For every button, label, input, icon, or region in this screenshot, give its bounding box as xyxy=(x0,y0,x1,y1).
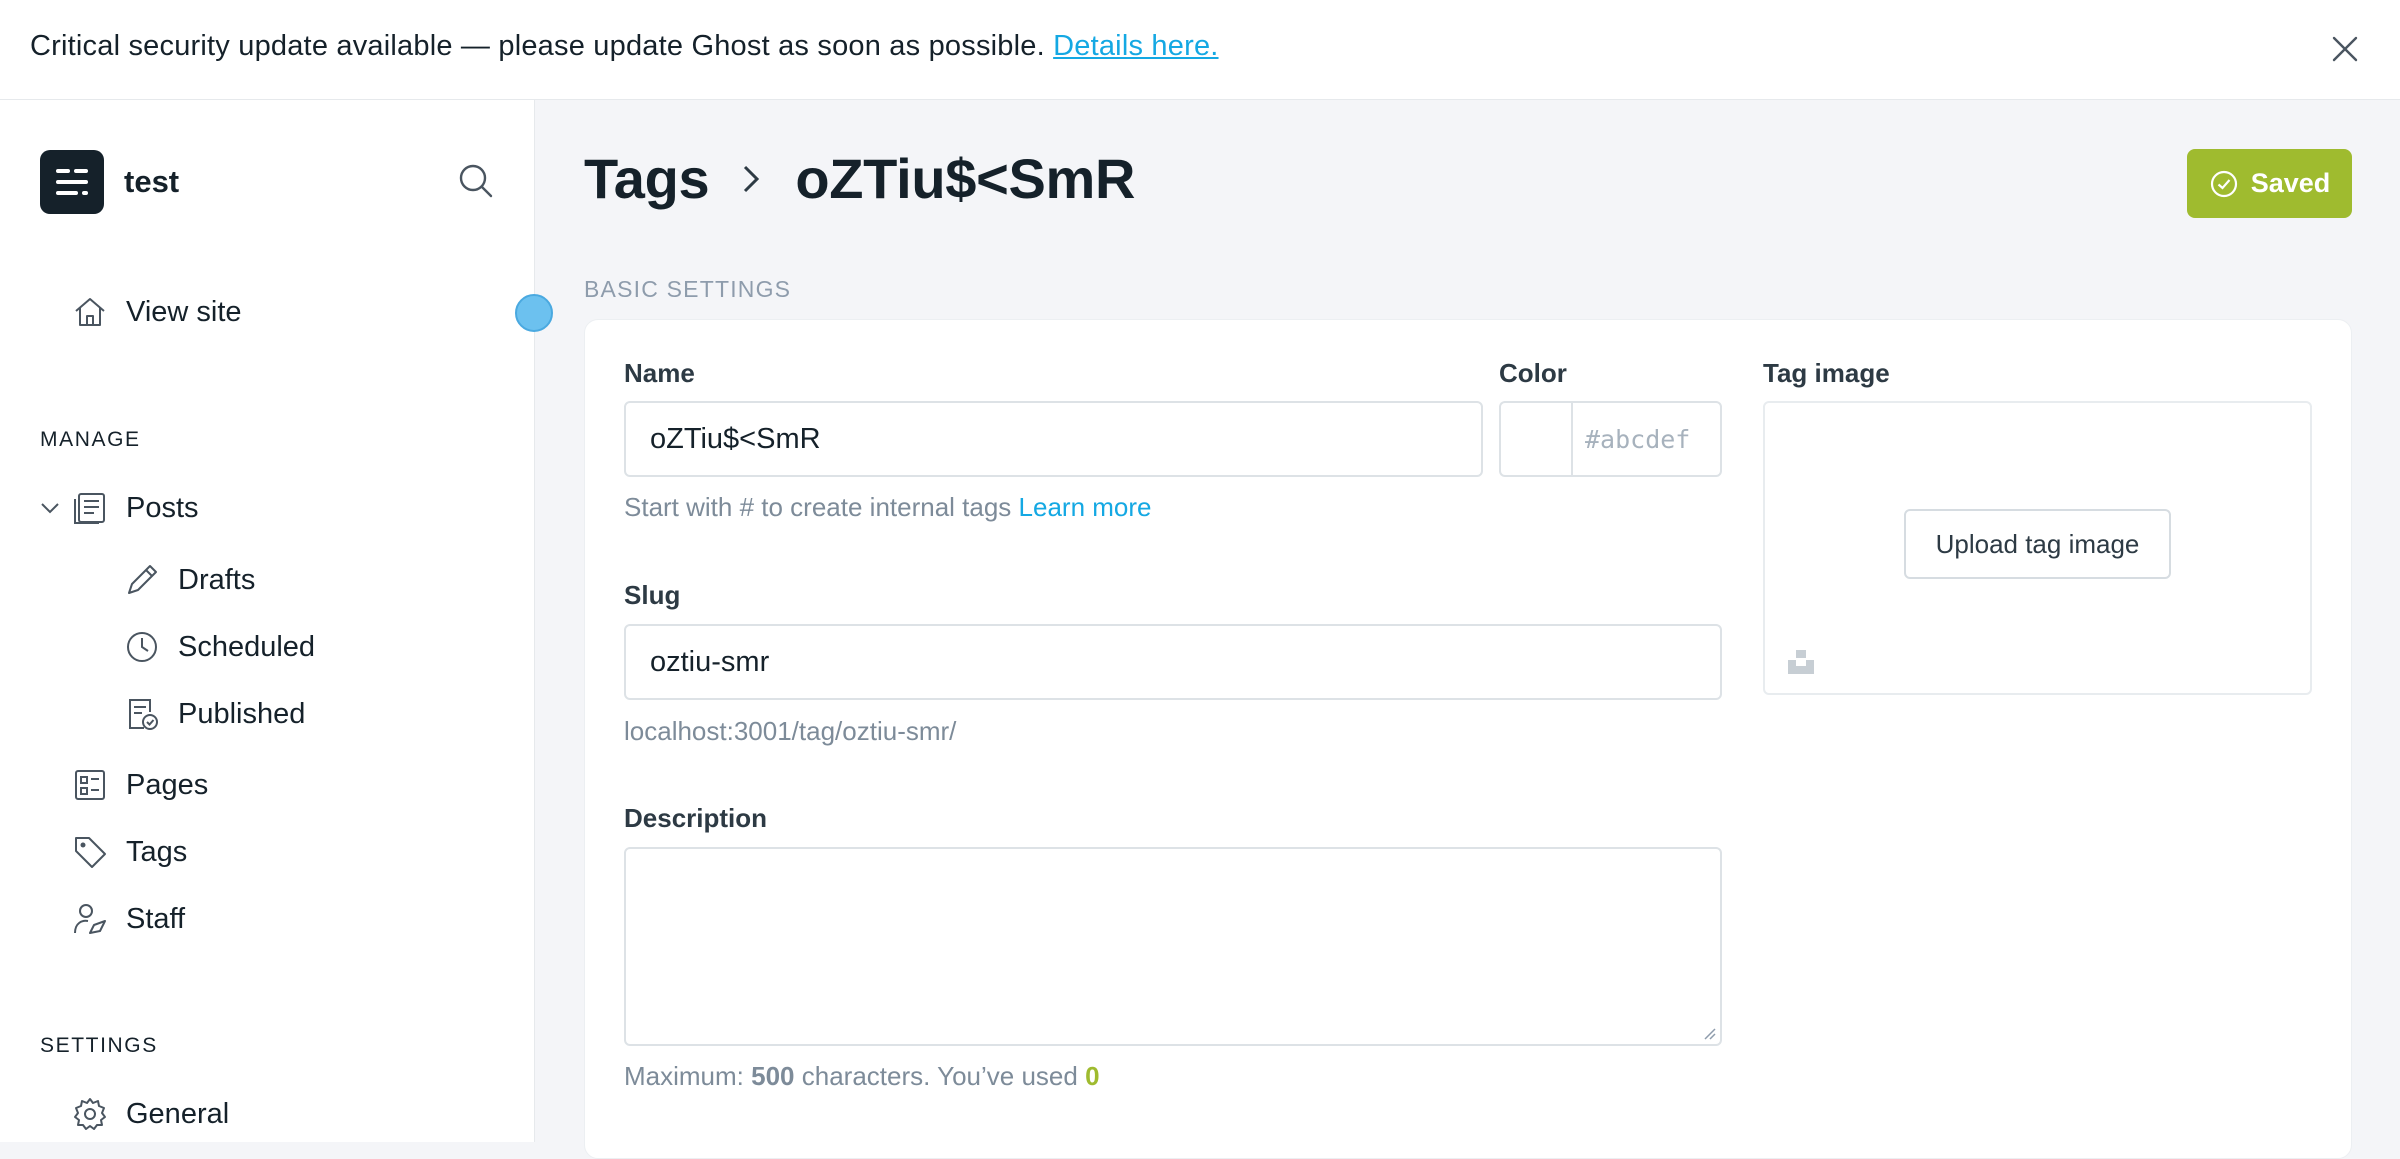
settings-section-label: SETTINGS xyxy=(40,1034,158,1057)
slug-input[interactable]: oztiu-smr xyxy=(624,624,1722,700)
description-char-count: Maximum: 500 characters. You’ve used 0 xyxy=(624,1061,1100,1092)
sidebar-resize-handle[interactable] xyxy=(515,294,553,332)
learn-more-link[interactable]: Learn more xyxy=(1019,492,1152,522)
max-prefix: Maximum: xyxy=(624,1061,744,1091)
max-mid: characters. You’ve used xyxy=(801,1061,1078,1091)
name-input[interactable]: oZTiu$<SmR xyxy=(624,401,1483,477)
name-hint-text: Start with # to create internal tags xyxy=(624,492,1012,522)
page-title: Tags oZTiu$<SmR xyxy=(584,146,1135,211)
sidebar-item-view-site[interactable]: View site xyxy=(40,284,480,340)
name-hint: Start with # to create internal tags Lea… xyxy=(624,492,1152,523)
pages-icon xyxy=(75,770,105,800)
tag-icon xyxy=(75,837,106,868)
clock-icon xyxy=(127,632,157,662)
sidebar-item-label: Published xyxy=(178,697,306,730)
sidebar: test View site MANAGE Posts Drafts Sched… xyxy=(0,100,535,1142)
basic-settings-heading: BASIC SETTINGS xyxy=(584,276,792,302)
tag-image-label: Tag image xyxy=(1763,358,1890,388)
posts-icon xyxy=(74,493,105,524)
check-circle-icon xyxy=(2210,170,2237,197)
sidebar-item-pages[interactable]: Pages xyxy=(40,757,480,813)
breadcrumb-tags-link[interactable]: Tags xyxy=(584,146,710,211)
saved-button[interactable]: Saved xyxy=(2187,149,2352,218)
sidebar-item-label: View site xyxy=(126,295,242,328)
resize-grip-icon[interactable] xyxy=(1700,1024,1716,1040)
saved-button-label: Saved xyxy=(2250,168,2331,198)
sidebar-item-label: General xyxy=(126,1097,230,1130)
unsplash-icon[interactable] xyxy=(1786,648,1816,676)
breadcrumb-current: oZTiu$<SmR xyxy=(795,147,1136,210)
sidebar-item-published[interactable]: Published xyxy=(40,686,480,742)
sidebar-item-label: Scheduled xyxy=(178,630,316,663)
alert-details-link[interactable]: Details here. xyxy=(1053,30,1218,62)
brand-logo[interactable] xyxy=(40,150,104,214)
sidebar-item-label: Tags xyxy=(126,835,188,868)
home-icon xyxy=(75,298,105,326)
sidebar-item-staff[interactable]: Staff xyxy=(40,891,480,947)
slug-label: Slug xyxy=(624,580,681,610)
gear-icon xyxy=(74,1098,106,1130)
search-icon[interactable] xyxy=(457,162,495,200)
used-count: 0 xyxy=(1085,1061,1100,1091)
sidebar-item-posts[interactable]: Posts xyxy=(40,480,480,536)
upload-tag-image-button[interactable]: Upload tag image xyxy=(1904,509,2171,579)
sidebar-item-tags[interactable]: Tags xyxy=(40,824,480,880)
slug-url: localhost:3001/tag/oztiu-smr/ xyxy=(624,716,957,746)
sidebar-item-general[interactable]: General xyxy=(40,1086,480,1142)
description-label: Description xyxy=(624,803,768,833)
pencil-icon xyxy=(128,565,157,594)
sidebar-item-label: Staff xyxy=(126,902,186,935)
ghost-logo-icon xyxy=(56,169,88,195)
sidebar-item-drafts[interactable]: Drafts xyxy=(40,552,480,608)
chevron-right-icon xyxy=(744,165,760,192)
sidebar-item-label: Drafts xyxy=(178,563,256,596)
color-label: Color xyxy=(1499,358,1567,388)
sidebar-item-scheduled[interactable]: Scheduled xyxy=(40,619,480,675)
site-name[interactable]: test xyxy=(124,164,179,200)
sidebar-item-label: Pages xyxy=(126,768,209,801)
alert-message: Critical security update available — ple… xyxy=(30,30,1045,62)
color-swatch[interactable] xyxy=(1499,401,1571,477)
staff-icon xyxy=(74,904,106,934)
published-icon xyxy=(129,699,158,730)
color-input[interactable]: #abcdef xyxy=(1571,401,1722,477)
close-icon[interactable] xyxy=(2330,34,2360,64)
manage-section-label: MANAGE xyxy=(40,428,141,451)
alert-text: Critical security update available — ple… xyxy=(30,30,1219,63)
max-value: 500 xyxy=(751,1061,795,1091)
description-textarea[interactable] xyxy=(624,847,1722,1046)
name-label: Name xyxy=(624,358,695,388)
sidebar-item-label: Posts xyxy=(126,491,199,524)
update-alert-bar: Critical security update available — ple… xyxy=(0,0,2400,100)
